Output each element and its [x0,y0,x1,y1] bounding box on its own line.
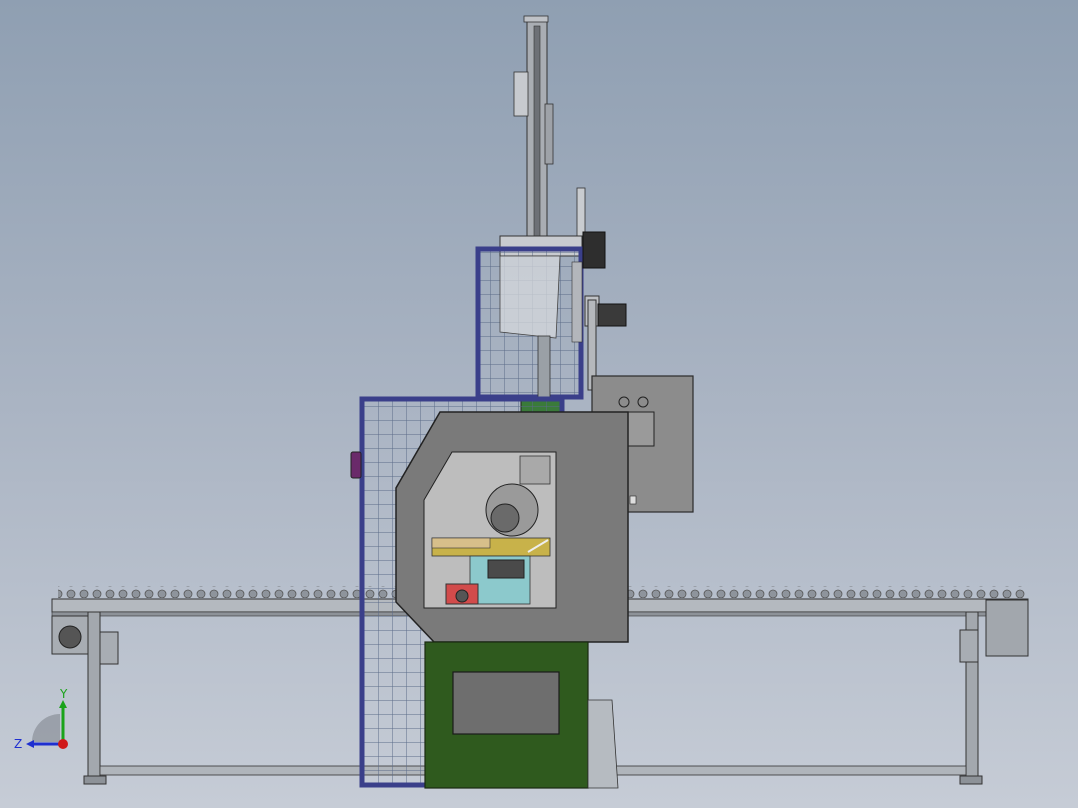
mast-column [537,335,551,407]
door-handle[interactable] [350,451,362,479]
vertical-mast[interactable] [513,15,586,249]
y-axis-label: Y [59,687,68,701]
orientation-triad: Y Z [14,687,68,751]
cabinet-access-panel[interactable] [452,671,560,735]
x-axis-icon [58,739,68,749]
z-axis-label: Z [14,737,22,751]
base-cabinet[interactable] [424,641,619,789]
cad-viewport[interactable]: Y Z [0,0,1078,808]
triad-plane-icon [32,714,60,742]
machine-model[interactable] [0,0,1078,808]
upper-guard-cage[interactable] [475,231,627,400]
saw-housing[interactable] [395,411,629,643]
